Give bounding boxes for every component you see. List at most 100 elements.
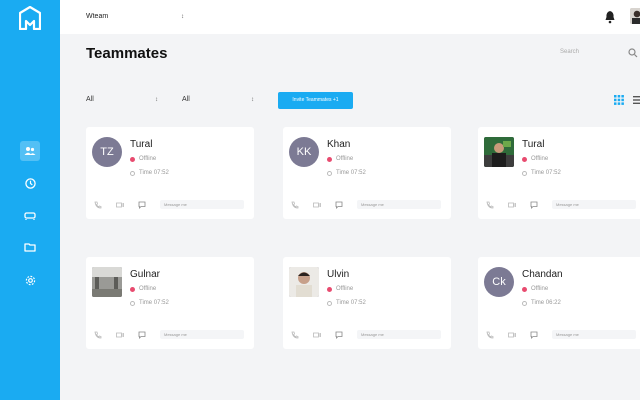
status-badge: Offline xyxy=(522,156,548,162)
status-dot-icon xyxy=(522,156,527,162)
clock-icon xyxy=(327,170,332,176)
search-input[interactable]: Search xyxy=(560,49,579,55)
card-actions: Message me xyxy=(94,200,244,209)
message-input[interactable]: Message me xyxy=(552,200,636,209)
chat-icon[interactable] xyxy=(138,331,146,339)
message-input[interactable]: Message me xyxy=(357,330,441,339)
teammate-card[interactable]: Ck Chandan Offline Time 06:22 Message me xyxy=(478,257,640,349)
status-text: Offline xyxy=(336,156,354,162)
avatar: KK xyxy=(289,137,319,167)
filter-select-2[interactable]: All ↕ xyxy=(182,92,256,108)
phone-icon[interactable] xyxy=(291,201,299,209)
nav-teammates[interactable] xyxy=(20,141,40,161)
message-input[interactable]: Message me xyxy=(357,200,441,209)
teammate-card[interactable]: Gulnar Offline Time 07:52 Message me xyxy=(86,257,254,349)
chat-icon[interactable] xyxy=(335,331,343,339)
filter-select-2-value: All xyxy=(182,96,190,103)
search-icon[interactable] xyxy=(628,48,638,58)
clock-icon xyxy=(522,170,527,176)
status-text: Offline xyxy=(336,286,354,292)
video-icon[interactable] xyxy=(116,201,124,209)
sofa-icon xyxy=(24,211,36,220)
local-time: Time 07:52 xyxy=(130,300,169,306)
card-actions: Message me xyxy=(291,330,441,339)
local-time: Time 07:52 xyxy=(522,170,561,176)
teammate-name: Ulvin xyxy=(327,269,350,280)
local-time: Time 07:52 xyxy=(327,170,366,176)
time-text: Time 07:52 xyxy=(336,170,366,176)
app-logo-icon[interactable] xyxy=(19,6,41,30)
select-arrows-icon: ↕ xyxy=(181,14,184,20)
time-text: Time 07:52 xyxy=(139,170,169,176)
status-text: Offline xyxy=(139,156,157,162)
clock-icon xyxy=(130,170,135,176)
time-text: Time 06:22 xyxy=(531,300,561,306)
clock-icon xyxy=(522,300,527,306)
status-badge: Offline xyxy=(327,286,353,292)
invite-teammates-button[interactable]: Invite Teammates +1 xyxy=(278,92,353,109)
folder-icon xyxy=(24,243,36,252)
chat-icon[interactable] xyxy=(530,201,538,209)
teammate-name: Gulnar xyxy=(130,269,161,280)
time-text: Time 07:52 xyxy=(336,300,366,306)
status-dot-icon xyxy=(130,156,135,162)
card-actions: Message me xyxy=(94,330,244,339)
teammate-name: Khan xyxy=(327,139,351,150)
nav-settings[interactable] xyxy=(20,270,40,290)
workspace-select[interactable]: Wteam ↕ xyxy=(86,9,186,25)
phone-icon[interactable] xyxy=(486,331,494,339)
video-icon[interactable] xyxy=(313,201,321,209)
avatar xyxy=(484,137,514,167)
status-dot-icon xyxy=(327,156,332,162)
filter-select-1[interactable]: All ↕ xyxy=(86,92,160,108)
video-icon[interactable] xyxy=(313,331,321,339)
phone-icon[interactable] xyxy=(291,331,299,339)
status-text: Offline xyxy=(531,286,549,292)
sidebar xyxy=(0,0,60,400)
user-avatar[interactable] xyxy=(630,8,640,24)
chat-icon[interactable] xyxy=(530,331,538,339)
users-icon xyxy=(24,147,36,155)
page-title: Teammates xyxy=(86,45,168,62)
nav-files[interactable] xyxy=(20,237,40,257)
status-text: Offline xyxy=(139,286,157,292)
nav-rooms[interactable] xyxy=(20,205,40,225)
phone-icon[interactable] xyxy=(486,201,494,209)
status-badge: Offline xyxy=(327,156,353,162)
status-badge: Offline xyxy=(130,156,156,162)
time-text: Time 07:52 xyxy=(531,170,561,176)
local-time: Time 07:52 xyxy=(130,170,169,176)
video-icon[interactable] xyxy=(508,331,516,339)
nav-time[interactable] xyxy=(20,173,40,193)
chat-icon[interactable] xyxy=(138,201,146,209)
status-dot-icon xyxy=(522,286,527,292)
video-icon[interactable] xyxy=(508,201,516,209)
message-input[interactable]: Message me xyxy=(160,330,244,339)
list-view-icon[interactable] xyxy=(633,95,640,105)
chat-icon[interactable] xyxy=(335,201,343,209)
video-icon[interactable] xyxy=(116,331,124,339)
teammate-card[interactable]: Tural Offline Time 07:52 Message me xyxy=(478,127,640,219)
status-text: Offline xyxy=(531,156,549,162)
avatar xyxy=(289,267,319,297)
teammate-card[interactable]: KK Khan Offline Time 07:52 Message me xyxy=(283,127,451,219)
phone-icon[interactable] xyxy=(94,201,102,209)
local-time: Time 07:52 xyxy=(327,300,366,306)
message-input[interactable]: Message me xyxy=(552,330,636,339)
teammate-name: Tural xyxy=(522,139,545,150)
bell-icon[interactable] xyxy=(604,10,616,24)
message-input[interactable]: Message me xyxy=(160,200,244,209)
status-dot-icon xyxy=(327,286,332,292)
card-actions: Message me xyxy=(486,330,636,339)
phone-icon[interactable] xyxy=(94,331,102,339)
card-actions: Message me xyxy=(486,200,636,209)
time-text: Time 07:52 xyxy=(139,300,169,306)
workspace-select-value: Wteam xyxy=(86,13,109,20)
select-arrows-icon: ↕ xyxy=(251,97,254,103)
teammate-card[interactable]: TZ Tural Offline Time 07:52 Message me xyxy=(86,127,254,219)
grid-view-icon[interactable] xyxy=(614,95,624,105)
local-time: Time 06:22 xyxy=(522,300,561,306)
status-badge: Offline xyxy=(130,286,156,292)
clock-icon xyxy=(327,300,332,306)
teammate-card[interactable]: Ulvin Offline Time 07:52 Message me xyxy=(283,257,451,349)
